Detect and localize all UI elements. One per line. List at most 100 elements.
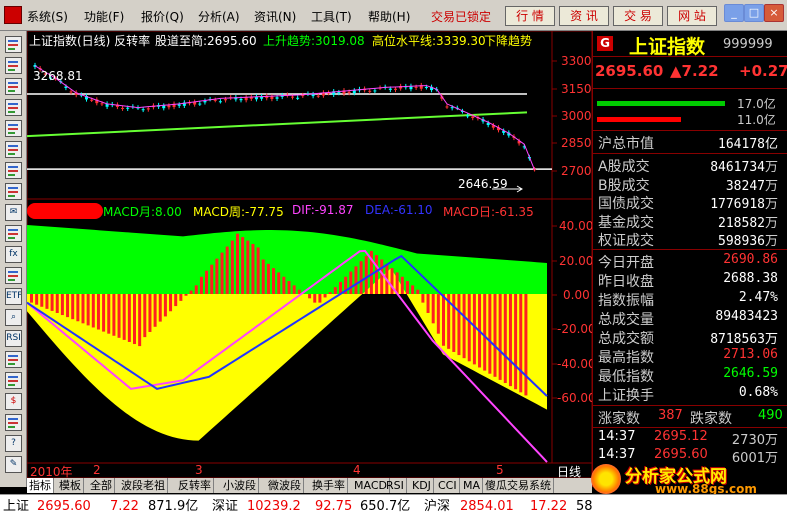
sh-label[interactable]: 上证 bbox=[3, 495, 29, 519]
help-icon[interactable]: ? bbox=[5, 435, 22, 452]
candle-body bbox=[69, 91, 73, 93]
macd-day-bar bbox=[215, 258, 219, 294]
macd-day-bar bbox=[431, 294, 435, 324]
macd-tick: -20.00 bbox=[557, 322, 596, 336]
dollar-icon[interactable]: $ bbox=[5, 393, 22, 410]
news-button[interactable]: 资 讯 bbox=[559, 6, 609, 26]
settings-icon[interactable] bbox=[5, 414, 22, 431]
macd-day-bar bbox=[91, 294, 95, 328]
box-icon[interactable] bbox=[5, 372, 22, 389]
tab-all[interactable]: 全部 bbox=[88, 478, 115, 493]
macd-day-bar bbox=[169, 294, 173, 312]
stat-row: 总成交额 8718563万 bbox=[598, 331, 778, 347]
macd-day-bar bbox=[143, 294, 147, 338]
candle-body bbox=[275, 97, 279, 99]
macd-day-bar bbox=[30, 294, 33, 303]
pen-icon[interactable]: ✎ bbox=[5, 456, 22, 473]
tick-row: 14:37 2695.12 2730万 bbox=[598, 429, 778, 448]
kline-icon[interactable] bbox=[5, 78, 22, 95]
rsi-icon[interactable]: RSI bbox=[5, 330, 22, 347]
candle-body bbox=[450, 107, 454, 109]
tab-turnover[interactable]: 换手率 bbox=[310, 478, 348, 493]
macd-day-bar bbox=[256, 247, 260, 294]
macd-day-bar bbox=[292, 285, 296, 294]
candle-body bbox=[239, 98, 243, 101]
mail-icon[interactable]: ✉ bbox=[5, 204, 22, 221]
zoom-icon[interactable]: ⌕ bbox=[5, 309, 22, 326]
decline-count: 490 bbox=[758, 408, 783, 423]
macd-day-bar bbox=[230, 240, 234, 294]
macd-day-bar bbox=[436, 294, 440, 334]
low-annotation: 2646.59 bbox=[458, 177, 508, 191]
left-toolbar: ✉ fx ETF ⌕ RSI $? ✎ bbox=[0, 31, 27, 487]
website-button[interactable]: 网 站 bbox=[667, 6, 717, 26]
tab-small-wave[interactable]: 小波段 bbox=[221, 478, 259, 493]
macd-day-bar bbox=[225, 246, 229, 294]
tab-indicator[interactable]: 指标 bbox=[27, 478, 54, 493]
close-icon[interactable]: × bbox=[764, 4, 784, 22]
doc-icon[interactable] bbox=[5, 162, 22, 179]
trade-button[interactable]: 交 易 bbox=[613, 6, 663, 26]
sz-price: 10239.2 bbox=[247, 499, 301, 514]
macd-tick: 20.00 bbox=[559, 254, 594, 268]
tab-reversal[interactable]: 反转率 bbox=[176, 478, 214, 493]
macd-day-bar bbox=[519, 294, 523, 393]
menu-quote[interactable]: 报价(Q) bbox=[141, 8, 184, 25]
menu-help[interactable]: 帮助(H) bbox=[368, 8, 410, 25]
tab-wave-master[interactable]: 波段老祖 bbox=[119, 478, 168, 493]
menu-news[interactable]: 资讯(N) bbox=[254, 8, 296, 25]
menu-system[interactable]: 系统(S) bbox=[27, 8, 68, 25]
news-icon[interactable] bbox=[5, 351, 22, 368]
tab-trading-system[interactable]: 傻瓜交易系统 bbox=[483, 478, 554, 493]
chart-icon[interactable] bbox=[5, 267, 22, 284]
sz-label[interactable]: 深证 bbox=[212, 495, 238, 519]
trade-locked-label[interactable]: 交易已锁定 bbox=[431, 8, 491, 25]
macd-day-bar bbox=[313, 294, 317, 303]
tab-ma[interactable]: MA bbox=[461, 478, 484, 493]
candle-body bbox=[167, 105, 171, 108]
chart-canvas[interactable] bbox=[27, 31, 592, 478]
sh-price: 2695.60 bbox=[37, 499, 91, 514]
candle-body bbox=[177, 104, 181, 106]
price-change: ▲7.22 bbox=[670, 62, 719, 80]
macd-day-bar bbox=[405, 281, 409, 294]
candle-body bbox=[394, 88, 397, 90]
app-logo-icon bbox=[4, 6, 22, 24]
layers-icon[interactable] bbox=[5, 183, 22, 200]
hs-label[interactable]: 沪深 bbox=[424, 495, 450, 519]
minimize-icon[interactable]: _ bbox=[724, 4, 744, 22]
quote-button[interactable]: 行 情 bbox=[505, 6, 555, 26]
indicator-tabs: 指标 模板 全部 波段老祖 反转率 小波段 微波段 换手率 MACD RSI K… bbox=[27, 478, 592, 493]
menu-analysis[interactable]: 分析(A) bbox=[198, 8, 240, 25]
macd-day-bar bbox=[364, 256, 368, 294]
list-icon[interactable] bbox=[5, 57, 22, 74]
macd-day-bar bbox=[50, 294, 54, 311]
tab-kdj[interactable]: KDJ bbox=[410, 478, 434, 493]
macd-day-bar bbox=[76, 294, 80, 322]
menu-tools[interactable]: 工具(T) bbox=[311, 8, 352, 25]
x-tick: 5 bbox=[496, 463, 504, 477]
tab-rsi[interactable]: RSI bbox=[384, 478, 407, 493]
tab-cci[interactable]: CCI bbox=[436, 478, 460, 493]
macd-day-bar bbox=[308, 294, 312, 299]
macd-day-bar bbox=[205, 270, 209, 294]
candle-body bbox=[224, 99, 228, 101]
macd-day-bar bbox=[102, 294, 106, 332]
macd-day-bar bbox=[297, 289, 301, 294]
candle-body bbox=[316, 95, 320, 97]
calendar-icon[interactable] bbox=[5, 99, 22, 116]
macd-day-bar bbox=[158, 294, 162, 322]
high-annotation: 3268.81 bbox=[33, 69, 83, 83]
tab-micro-wave[interactable]: 微波段 bbox=[266, 478, 304, 493]
etf-icon[interactable]: ETF bbox=[5, 288, 22, 305]
maximize-icon[interactable]: □ bbox=[744, 4, 764, 22]
menu-function[interactable]: 功能(F) bbox=[84, 8, 124, 25]
macd-day-bar bbox=[184, 294, 188, 296]
users-icon[interactable] bbox=[5, 225, 22, 242]
fx-icon[interactable]: fx bbox=[5, 246, 22, 263]
grid-icon[interactable] bbox=[5, 36, 22, 53]
candle-body bbox=[126, 107, 130, 109]
report-icon[interactable] bbox=[5, 141, 22, 158]
tab-template[interactable]: 模板 bbox=[57, 478, 84, 493]
table-icon[interactable] bbox=[5, 120, 22, 137]
